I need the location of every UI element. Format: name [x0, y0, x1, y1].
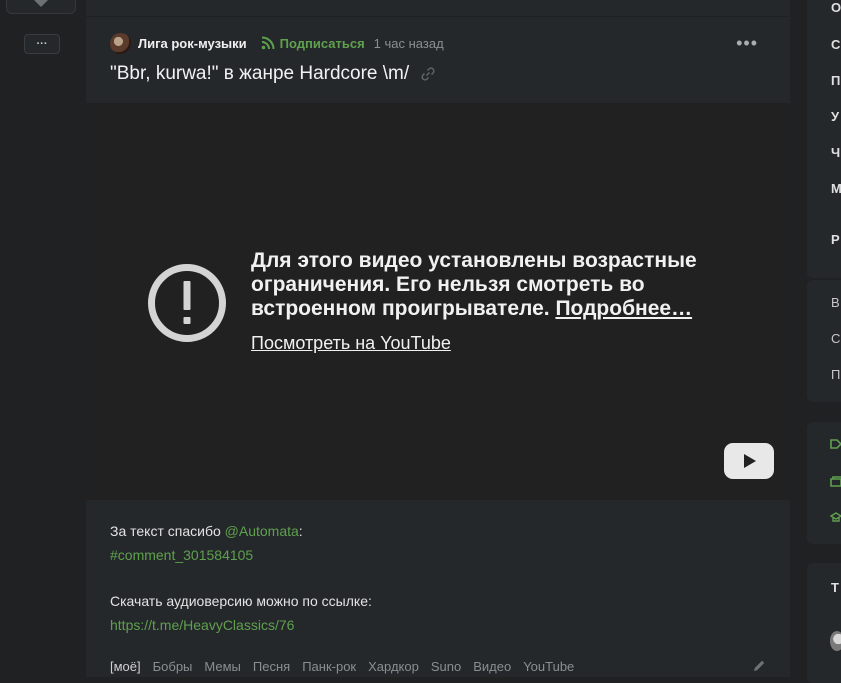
download-text: Скачать аудиоверсию можно по ссылке:: [110, 593, 372, 609]
sidebar-panel-title: Т: [831, 580, 839, 595]
tag-item[interactable]: Бобры: [153, 659, 193, 677]
right-sidebar: О С П У Ч М Р В С П Т: [790, 0, 841, 683]
avatar[interactable]: [830, 631, 841, 651]
video-more-link[interactable]: Подробнее…: [555, 297, 692, 320]
warning-icon: [148, 264, 226, 342]
embedded-video[interactable]: Для этого видео установлены возрастные о…: [86, 103, 790, 500]
box-icon[interactable]: [830, 474, 841, 488]
post-title-text[interactable]: "Bbr, kurwa!" в жанре Hardcore \m/: [110, 63, 409, 85]
rss-icon: [261, 36, 275, 50]
sidebar-menu-item[interactable]: П: [831, 73, 840, 88]
post-header: Лига рок-музыки Подписаться 1 час назад …: [110, 32, 766, 54]
sidebar-menu-item[interactable]: С: [831, 37, 840, 52]
pencil-icon: [754, 660, 765, 671]
divider: [86, 16, 790, 17]
chevron-down-icon: [34, 0, 48, 7]
author-mention-link[interactable]: @Automata: [225, 523, 299, 539]
video-restriction-message: Для этого видео установлены возрастные о…: [251, 249, 721, 321]
tag-icon[interactable]: [830, 437, 841, 451]
tag-item[interactable]: Песня: [253, 659, 290, 677]
download-link[interactable]: https://t.me/HeavyClassics/76: [110, 617, 294, 633]
sidebar-menu-item[interactable]: У: [831, 109, 839, 124]
subscribe-label: Подписаться: [279, 35, 365, 51]
thanks-colon: :: [298, 523, 303, 539]
comment-link[interactable]: #comment_301584105: [110, 547, 253, 563]
vote-down-button[interactable]: [6, 0, 76, 14]
sidebar-menu-item[interactable]: О: [831, 0, 841, 15]
edit-tags-button[interactable]: [753, 659, 766, 677]
community-avatar[interactable]: [110, 32, 131, 54]
watch-on-youtube-link[interactable]: Посмотреть на YouTube: [251, 333, 451, 354]
sidebar-menu-item[interactable]: М: [831, 181, 841, 196]
tag-item[interactable]: Suno: [431, 659, 461, 677]
left-rail: ···: [0, 0, 86, 677]
post-menu-button[interactable]: •••: [736, 33, 758, 54]
post-card: Лига рок-музыки Подписаться 1 час назад …: [86, 0, 790, 677]
sidebar-menu-item[interactable]: Ч: [831, 145, 840, 160]
subscribe-button[interactable]: Подписаться: [261, 36, 365, 51]
tag-item[interactable]: YouTube: [523, 659, 574, 677]
tag-item[interactable]: Мемы: [204, 659, 241, 677]
youtube-play-icon[interactable]: [724, 443, 774, 479]
sidebar-menu-item[interactable]: Р: [831, 232, 840, 247]
tag-item[interactable]: Видео: [473, 659, 511, 677]
thanks-text: За текст спасибо: [110, 523, 221, 539]
sidebar-link[interactable]: П: [831, 367, 840, 382]
thanks-line: За текст спасибо @Automata:: [110, 523, 303, 539]
post-title[interactable]: "Bbr, kurwa!" в жанре Hardcore \m/: [110, 63, 435, 85]
more-button[interactable]: ···: [24, 34, 60, 54]
tag-list: [моё] Бобры Мемы Песня Панк-рок Хардкор …: [110, 659, 766, 677]
tag-item[interactable]: [моё]: [110, 659, 141, 677]
tag-item[interactable]: Хардкор: [368, 659, 419, 677]
post-time: 1 час назад: [373, 35, 444, 51]
sidebar-link[interactable]: В: [831, 295, 840, 310]
link-icon[interactable]: [421, 67, 435, 81]
graduation-cap-icon[interactable]: [830, 510, 841, 524]
tag-item[interactable]: Панк-рок: [302, 659, 356, 677]
sidebar-link[interactable]: С: [831, 331, 840, 346]
community-name[interactable]: Лига рок-музыки: [138, 36, 247, 51]
